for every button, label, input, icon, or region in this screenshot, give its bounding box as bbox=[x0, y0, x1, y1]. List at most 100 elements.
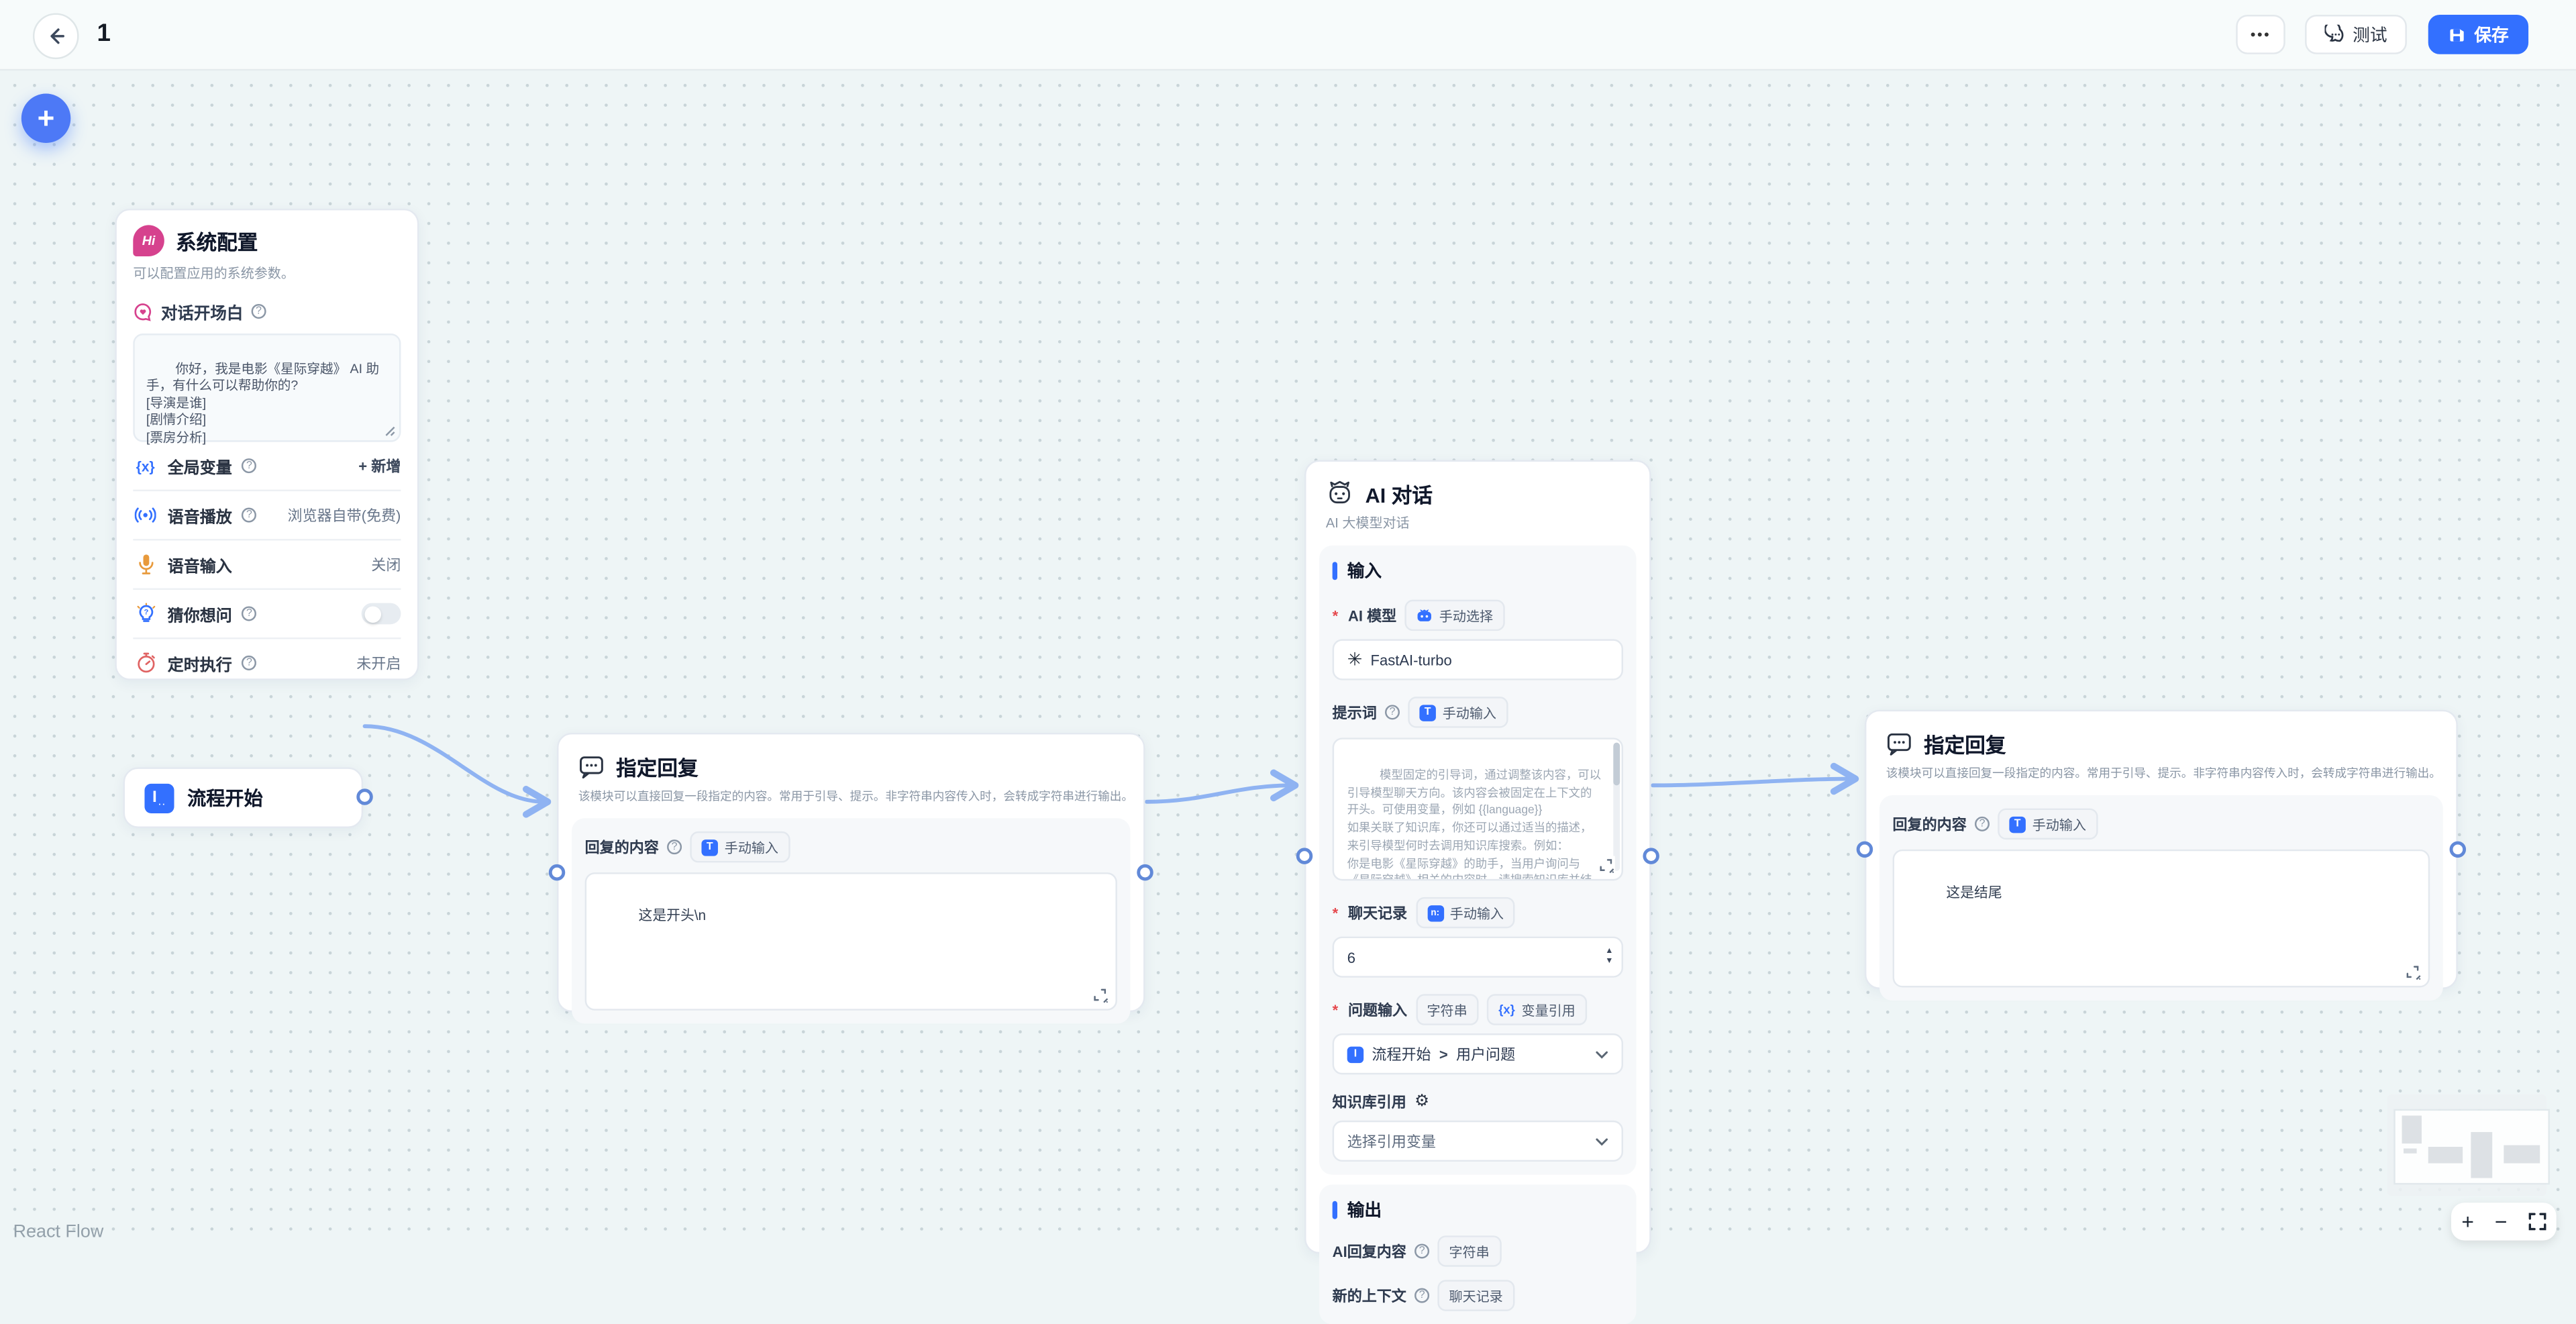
required-mark: * bbox=[1333, 1001, 1339, 1017]
help-icon[interactable]: ? bbox=[242, 656, 256, 670]
chevron-down-icon bbox=[1595, 1049, 1608, 1059]
expand-icon[interactable] bbox=[2404, 963, 2422, 981]
fullscreen-icon bbox=[2528, 1213, 2546, 1231]
question-source-select[interactable]: I 流程开始 > 用户问题 bbox=[1333, 1033, 1623, 1074]
text-type-icon: T bbox=[1419, 704, 1435, 720]
guess-question-row[interactable]: ? 猜你想问 ? bbox=[133, 590, 401, 638]
save-button[interactable]: 保存 bbox=[2428, 15, 2528, 54]
ai-response-label: AI回复内容 bbox=[1333, 1241, 1406, 1262]
help-icon[interactable]: ? bbox=[242, 508, 256, 523]
app-window: 1 ••• 测试 保存 + Hi 系统配置 bbox=[0, 0, 2576, 1246]
page-title: 1 bbox=[97, 19, 110, 48]
kb-settings-gear-icon[interactable]: ⚙ bbox=[1414, 1092, 1429, 1111]
expand-icon[interactable] bbox=[1091, 986, 1109, 1004]
voice-input-row[interactable]: 语音输入 关闭 bbox=[133, 541, 401, 589]
handle-reply-start-source[interactable] bbox=[1137, 864, 1153, 880]
voice-input-value: 关闭 bbox=[371, 554, 401, 575]
zoom-in-button[interactable]: + bbox=[2461, 1211, 2474, 1232]
flow-start-mini-icon: I bbox=[1347, 1046, 1363, 1062]
handle-start-source[interactable] bbox=[356, 788, 372, 805]
node-reply-end[interactable]: 指定回复 该模块可以直接回复一段指定的内容。常用于引导、提示。非字符串内容传入时… bbox=[1865, 710, 2458, 989]
resize-handle-icon[interactable] bbox=[382, 424, 396, 438]
openai-icon: ✳ bbox=[1347, 649, 1363, 670]
opening-label: 对话开场白 bbox=[161, 299, 243, 324]
manual-input-tag[interactable]: T手动输入 bbox=[1408, 697, 1508, 728]
stepper-up-icon[interactable]: ▲ bbox=[1605, 948, 1613, 956]
node-ai-chat[interactable]: AI 对话 AI 大模型对话 输入 * AI 模型 手动选择 ✳ FastAI-… bbox=[1304, 460, 1651, 1254]
reply-content-label: 回复的内容 bbox=[585, 836, 659, 858]
scheduled-run-label: 定时执行 bbox=[168, 652, 232, 674]
prompt-label: 提示词 bbox=[1333, 701, 1377, 723]
help-icon[interactable]: ? bbox=[242, 606, 256, 621]
handle-ai-source[interactable] bbox=[1643, 848, 1659, 864]
section-bar bbox=[1333, 562, 1337, 580]
prompt-textarea[interactable]: 模型固定的引导词，通过调整该内容，可以引导模型聊天方向。该内容会被固定在上下文的… bbox=[1333, 737, 1623, 880]
help-icon[interactable]: ? bbox=[252, 304, 266, 319]
reply-bubble-icon bbox=[578, 754, 605, 780]
test-button[interactable]: 测试 bbox=[2305, 15, 2407, 54]
required-mark: * bbox=[1333, 905, 1339, 921]
more-menu-button[interactable]: ••• bbox=[2236, 15, 2285, 54]
scheduled-run-row[interactable]: 定时执行 ? 未开启 bbox=[133, 639, 401, 686]
manual-select-tag[interactable]: 手动选择 bbox=[1404, 600, 1504, 631]
node-flow-start[interactable]: I.. 流程开始 bbox=[123, 767, 363, 828]
reply-content-value: 这是开头\n bbox=[639, 907, 707, 923]
add-node-button[interactable]: + bbox=[21, 94, 70, 143]
minimap-node bbox=[2404, 1148, 2417, 1153]
help-icon[interactable]: ? bbox=[242, 458, 256, 473]
manual-input-tag[interactable]: T手动输入 bbox=[690, 831, 790, 863]
chevron-right-icon: > bbox=[1439, 1046, 1448, 1062]
node-reply-start[interactable]: 指定回复 该模块可以直接回复一段指定的内容。常用于引导、提示。非字符串内容传入时… bbox=[557, 733, 1145, 1012]
minimap[interactable] bbox=[2387, 1094, 2546, 1196]
system-config-panel[interactable]: Hi 系统配置 可以配置应用的系统参数。 对话开场白 ? 你好，我是电影《星际穿… bbox=[115, 209, 419, 680]
guess-question-toggle[interactable] bbox=[362, 603, 401, 625]
expand-icon[interactable] bbox=[1597, 856, 1615, 874]
help-icon[interactable]: ? bbox=[1975, 817, 1990, 831]
edge-reply-to-ai bbox=[1147, 785, 1291, 801]
new-context-label: 新的上下文 bbox=[1333, 1285, 1406, 1307]
manual-input-tag[interactable]: n:手动输入 bbox=[1415, 897, 1515, 929]
reply-node-description: 该模块可以直接回复一段指定的内容。常用于引导、提示。非字符串内容传入时，会转成字… bbox=[558, 782, 1143, 805]
lightbulb-icon: ? bbox=[136, 603, 155, 625]
help-icon[interactable]: ? bbox=[1385, 705, 1400, 719]
help-icon[interactable]: ? bbox=[1414, 1288, 1429, 1303]
history-number-input[interactable]: 6 ▲▼ bbox=[1333, 937, 1623, 978]
reply-content-label: 回复的内容 bbox=[1893, 813, 1967, 835]
help-icon[interactable]: ? bbox=[667, 839, 682, 854]
string-type-tag: 字符串 bbox=[1415, 994, 1478, 1025]
save-icon bbox=[2448, 26, 2466, 44]
top-bar: 1 ••• 测试 保存 bbox=[0, 0, 2576, 70]
handle-reply-end-source[interactable] bbox=[2450, 842, 2466, 858]
minimap-node bbox=[2471, 1132, 2492, 1178]
reply-content-textarea[interactable]: 这是开头\n bbox=[585, 872, 1117, 1011]
handle-reply-start-target[interactable] bbox=[549, 864, 565, 880]
guess-question-label: 猜你想问 bbox=[168, 602, 232, 625]
opening-textarea[interactable]: 你好，我是电影《星际穿越》 AI 助手，有什么可以帮助你的? [导演是谁] [剧… bbox=[133, 334, 401, 442]
hi-chat-icon: Hi bbox=[133, 225, 164, 256]
add-variable-button[interactable]: + 新增 bbox=[358, 455, 401, 476]
scheduled-run-value: 未开启 bbox=[356, 652, 401, 674]
reply-content-textarea[interactable]: 这是结尾 bbox=[1893, 850, 2430, 988]
chat-bubble-icon bbox=[2324, 25, 2344, 44]
reply-node-title: 指定回复 bbox=[616, 751, 698, 782]
kb-ref-select[interactable]: 选择引用变量 bbox=[1333, 1121, 1623, 1162]
required-mark: * bbox=[1333, 607, 1339, 623]
handle-reply-end-target[interactable] bbox=[1857, 842, 1873, 858]
system-config-title: 系统配置 bbox=[176, 225, 258, 256]
zoom-out-button[interactable]: − bbox=[2495, 1211, 2508, 1232]
text-type-icon: T bbox=[702, 839, 718, 855]
variable-ref-tag[interactable]: {x}变量引用 bbox=[1487, 994, 1587, 1025]
fit-view-button[interactable] bbox=[2528, 1213, 2546, 1231]
robot-mini-icon bbox=[1416, 608, 1433, 623]
voice-playback-row[interactable]: 语音播放 ? 浏览器自带(免费) bbox=[133, 491, 401, 539]
manual-input-tag[interactable]: T手动输入 bbox=[1998, 809, 2098, 840]
back-button[interactable] bbox=[33, 13, 79, 60]
scrollbar[interactable] bbox=[1613, 743, 1619, 871]
ai-model-select[interactable]: ✳ FastAI-turbo bbox=[1333, 639, 1623, 680]
prompt-placeholder: 模型固定的引导词，通过调整该内容，可以引导模型聊天方向。该内容会被固定在上下文的… bbox=[1347, 768, 1601, 880]
edge-start-to-reply bbox=[365, 726, 544, 802]
number-type-icon: n: bbox=[1427, 905, 1443, 921]
handle-ai-target[interactable] bbox=[1296, 848, 1312, 864]
stepper-down-icon[interactable]: ▼ bbox=[1605, 958, 1613, 966]
flow-canvas[interactable]: + Hi 系统配置 可以配置应用的系统参数。 对话开场白 ? 你好，我是电影《星… bbox=[0, 70, 2576, 1246]
